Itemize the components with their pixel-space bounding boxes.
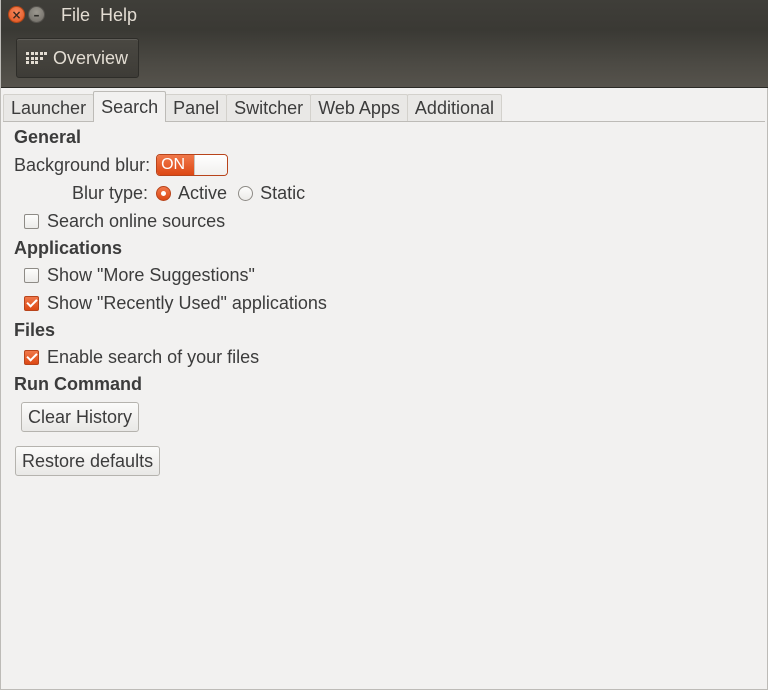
- tab-web-apps[interactable]: Web Apps: [310, 94, 408, 122]
- background-blur-switch[interactable]: ON: [156, 154, 229, 176]
- search-online-label[interactable]: Search online sources: [47, 211, 225, 232]
- enable-file-search-row[interactable]: Enable search of your files: [24, 347, 259, 368]
- recently-used-checkbox[interactable]: [24, 296, 39, 311]
- tab-bar: Launcher Search Panel Switcher Web Apps …: [3, 91, 502, 122]
- close-window-button[interactable]: ×: [8, 6, 25, 23]
- blur-type-static-radio[interactable]: [238, 186, 254, 201]
- more-suggestions-row[interactable]: Show "More Suggestions": [24, 265, 255, 286]
- tab-search[interactable]: Search: [93, 91, 167, 122]
- files-heading: Files: [14, 320, 56, 340]
- blur-type-static-label[interactable]: Static: [260, 183, 305, 204]
- tab-panel[interactable]: Panel: [165, 94, 228, 122]
- app-window: × – File Help Overview Launcher Search P…: [0, 0, 768, 690]
- enable-file-search-checkbox[interactable]: [24, 350, 39, 365]
- blur-type-row: Blur type: Active Static: [72, 183, 305, 204]
- background-blur-label: Background blur:: [14, 154, 151, 175]
- run-command-heading: Run Command: [14, 374, 142, 394]
- blur-type-active-label[interactable]: Active: [178, 183, 227, 204]
- tab-launcher[interactable]: Launcher: [3, 94, 95, 122]
- menu-bar: File Help: [61, 0, 147, 30]
- tab-additional[interactable]: Additional: [406, 94, 502, 122]
- overview-label: Overview: [53, 47, 129, 68]
- tab-switcher[interactable]: Switcher: [226, 94, 312, 122]
- menu-file[interactable]: File: [61, 5, 90, 26]
- overview-button[interactable]: Overview: [16, 38, 139, 78]
- minimize-icon: –: [33, 7, 40, 22]
- switch-knob: [194, 155, 228, 175]
- toolbar: Overview: [1, 30, 768, 88]
- search-online-row[interactable]: Search online sources: [24, 211, 225, 232]
- blur-type-active-radio[interactable]: [156, 186, 172, 201]
- recently-used-row[interactable]: Show "Recently Used" applications: [24, 293, 327, 314]
- more-suggestions-checkbox[interactable]: [24, 268, 39, 283]
- more-suggestions-label[interactable]: Show "More Suggestions": [47, 265, 255, 286]
- restore-defaults-button[interactable]: Restore defaults: [15, 446, 161, 476]
- clear-history-button[interactable]: Clear History: [21, 402, 140, 432]
- general-heading: General: [14, 127, 82, 147]
- close-icon: ×: [11, 7, 22, 22]
- grid-icon: [26, 52, 47, 64]
- search-online-checkbox[interactable]: [24, 214, 39, 229]
- title-bar: × – File Help: [1, 0, 768, 30]
- minimize-window-button[interactable]: –: [28, 6, 45, 23]
- switch-on-label: ON: [157, 155, 195, 175]
- applications-heading: Applications: [14, 238, 123, 258]
- enable-file-search-label[interactable]: Enable search of your files: [47, 347, 259, 368]
- menu-help[interactable]: Help: [100, 5, 137, 26]
- blur-type-label: Blur type:: [72, 183, 149, 203]
- background-blur-row: Background blur: ON: [14, 154, 229, 176]
- recently-used-label[interactable]: Show "Recently Used" applications: [47, 293, 327, 314]
